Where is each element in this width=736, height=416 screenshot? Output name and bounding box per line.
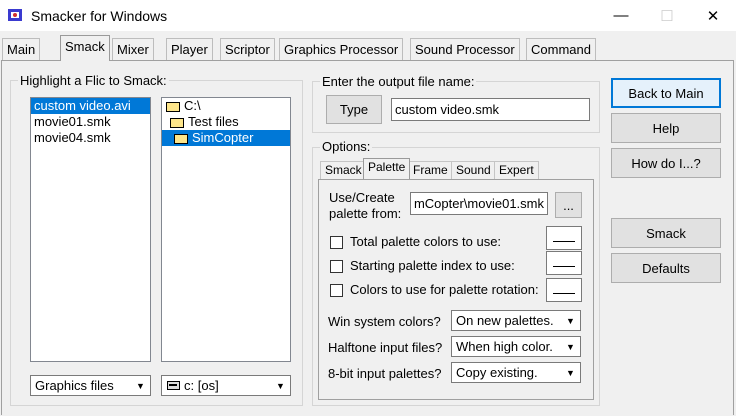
folder-item[interactable]: SimCopter bbox=[162, 130, 290, 146]
total-colors-label: Total palette colors to use: bbox=[350, 234, 502, 249]
close-button[interactable]: ✕ bbox=[690, 0, 736, 31]
win-system-colors-label: Win system colors? bbox=[328, 314, 441, 329]
rotation-colors-checkbox[interactable] bbox=[330, 284, 343, 297]
help-button[interactable]: Help bbox=[611, 113, 721, 143]
tab-command[interactable]: Command bbox=[526, 38, 596, 60]
help-label: Help bbox=[652, 120, 680, 136]
rotation-colors-label: Colors to use for palette rotation: bbox=[350, 282, 539, 297]
chevron-down-icon: ▼ bbox=[566, 367, 575, 378]
folder-item[interactable]: C:\ bbox=[162, 98, 290, 114]
folder-item[interactable]: Test files bbox=[162, 114, 290, 130]
8bit-palettes-select[interactable]: Copy existing. ▼ bbox=[451, 362, 581, 383]
list-item[interactable]: custom video.avi bbox=[31, 98, 150, 114]
folder-label: SimCopter bbox=[192, 130, 254, 145]
win-system-colors-value: On new palettes. bbox=[456, 313, 554, 328]
file-type-value: Graphics files bbox=[35, 378, 114, 393]
chevron-down-icon: ▼ bbox=[566, 315, 575, 326]
title-bar[interactable]: Smacker for Windows — ☐ ✕ bbox=[0, 0, 736, 31]
total-colors-checkbox[interactable] bbox=[330, 236, 343, 249]
drive-value: c: [os] bbox=[184, 378, 219, 393]
palette-from-label-line2: palette from: bbox=[329, 206, 402, 221]
type-button-label: Type bbox=[339, 102, 369, 117]
folder-list[interactable]: C:\ Test files SimCopter bbox=[161, 97, 291, 362]
subtab-frame[interactable]: Frame bbox=[408, 161, 453, 179]
type-button[interactable]: Type bbox=[326, 95, 382, 124]
win-system-colors-select[interactable]: On new palettes. ▼ bbox=[451, 310, 581, 331]
palette-source-value: mCopter\movie01.smk bbox=[413, 196, 544, 211]
browse-label: ... bbox=[563, 197, 574, 213]
tab-graphics-processor[interactable]: Graphics Processor bbox=[279, 38, 404, 60]
output-group-label: Enter the output file name: bbox=[320, 74, 477, 89]
tab-sound-processor[interactable]: Sound Processor bbox=[410, 38, 520, 60]
back-to-main-label: Back to Main bbox=[628, 85, 704, 101]
folder-open-icon bbox=[166, 101, 180, 112]
list-item[interactable]: movie04.smk bbox=[31, 130, 150, 146]
palette-from-label-line1: Use/Create bbox=[329, 190, 395, 205]
app-icon bbox=[8, 9, 22, 21]
how-do-i-label: How do I...? bbox=[631, 155, 701, 171]
start-index-label: Starting palette index to use: bbox=[350, 258, 515, 273]
halftone-label: Halftone input files? bbox=[328, 340, 443, 355]
drive-icon bbox=[167, 381, 180, 390]
chevron-down-icon: ▼ bbox=[276, 380, 285, 391]
chevron-down-icon: ▼ bbox=[566, 341, 575, 352]
smack-button[interactable]: Smack bbox=[611, 218, 721, 248]
tab-smack[interactable]: Smack bbox=[60, 35, 110, 61]
tab-scriptor[interactable]: Scriptor bbox=[220, 38, 275, 60]
start-index-field[interactable] bbox=[546, 251, 582, 275]
subtab-palette[interactable]: Palette bbox=[363, 158, 411, 179]
back-to-main-button[interactable]: Back to Main bbox=[611, 78, 721, 108]
folder-open-icon bbox=[170, 117, 184, 128]
minimize-button[interactable]: — bbox=[598, 0, 644, 31]
drive-select[interactable]: c: [os] ▼ bbox=[161, 375, 291, 396]
8bit-palettes-label: 8-bit input palettes? bbox=[328, 366, 442, 381]
chevron-down-icon: ▼ bbox=[136, 380, 145, 391]
defaults-label: Defaults bbox=[642, 260, 690, 276]
subtab-smack[interactable]: Smack bbox=[320, 161, 367, 179]
folder-label: Test files bbox=[188, 114, 239, 129]
how-do-i-button[interactable]: How do I...? bbox=[611, 148, 721, 178]
list-item[interactable]: movie01.smk bbox=[31, 114, 150, 130]
halftone-select[interactable]: When high color. ▼ bbox=[451, 336, 581, 357]
options-group-label: Options: bbox=[320, 139, 373, 154]
output-filename-field[interactable]: custom video.smk bbox=[391, 98, 590, 121]
folder-open-icon bbox=[174, 133, 188, 144]
tab-mixer[interactable]: Mixer bbox=[112, 38, 154, 60]
flic-group-label: Highlight a Flic to Smack: bbox=[18, 73, 169, 88]
window-title: Smacker for Windows bbox=[31, 8, 168, 24]
maximize-button[interactable]: ☐ bbox=[644, 0, 690, 31]
file-type-select[interactable]: Graphics files ▼ bbox=[30, 375, 151, 396]
rotation-colors-field[interactable] bbox=[546, 278, 582, 302]
total-colors-field[interactable] bbox=[546, 226, 582, 250]
smack-label: Smack bbox=[646, 225, 686, 241]
subtab-expert[interactable]: Expert bbox=[494, 161, 539, 179]
start-index-checkbox[interactable] bbox=[330, 260, 343, 273]
folder-label: C:\ bbox=[184, 98, 201, 113]
tab-player[interactable]: Player bbox=[166, 38, 213, 60]
defaults-button[interactable]: Defaults bbox=[611, 253, 721, 283]
file-list[interactable]: custom video.avi movie01.smk movie04.smk bbox=[30, 97, 151, 362]
halftone-value: When high color. bbox=[456, 339, 553, 354]
8bit-palettes-value: Copy existing. bbox=[456, 365, 538, 380]
subtab-sound[interactable]: Sound bbox=[451, 161, 496, 179]
tab-main[interactable]: Main bbox=[2, 38, 41, 60]
palette-source-field[interactable]: mCopter\movie01.smk bbox=[410, 192, 548, 215]
browse-button[interactable]: ... bbox=[555, 192, 582, 218]
